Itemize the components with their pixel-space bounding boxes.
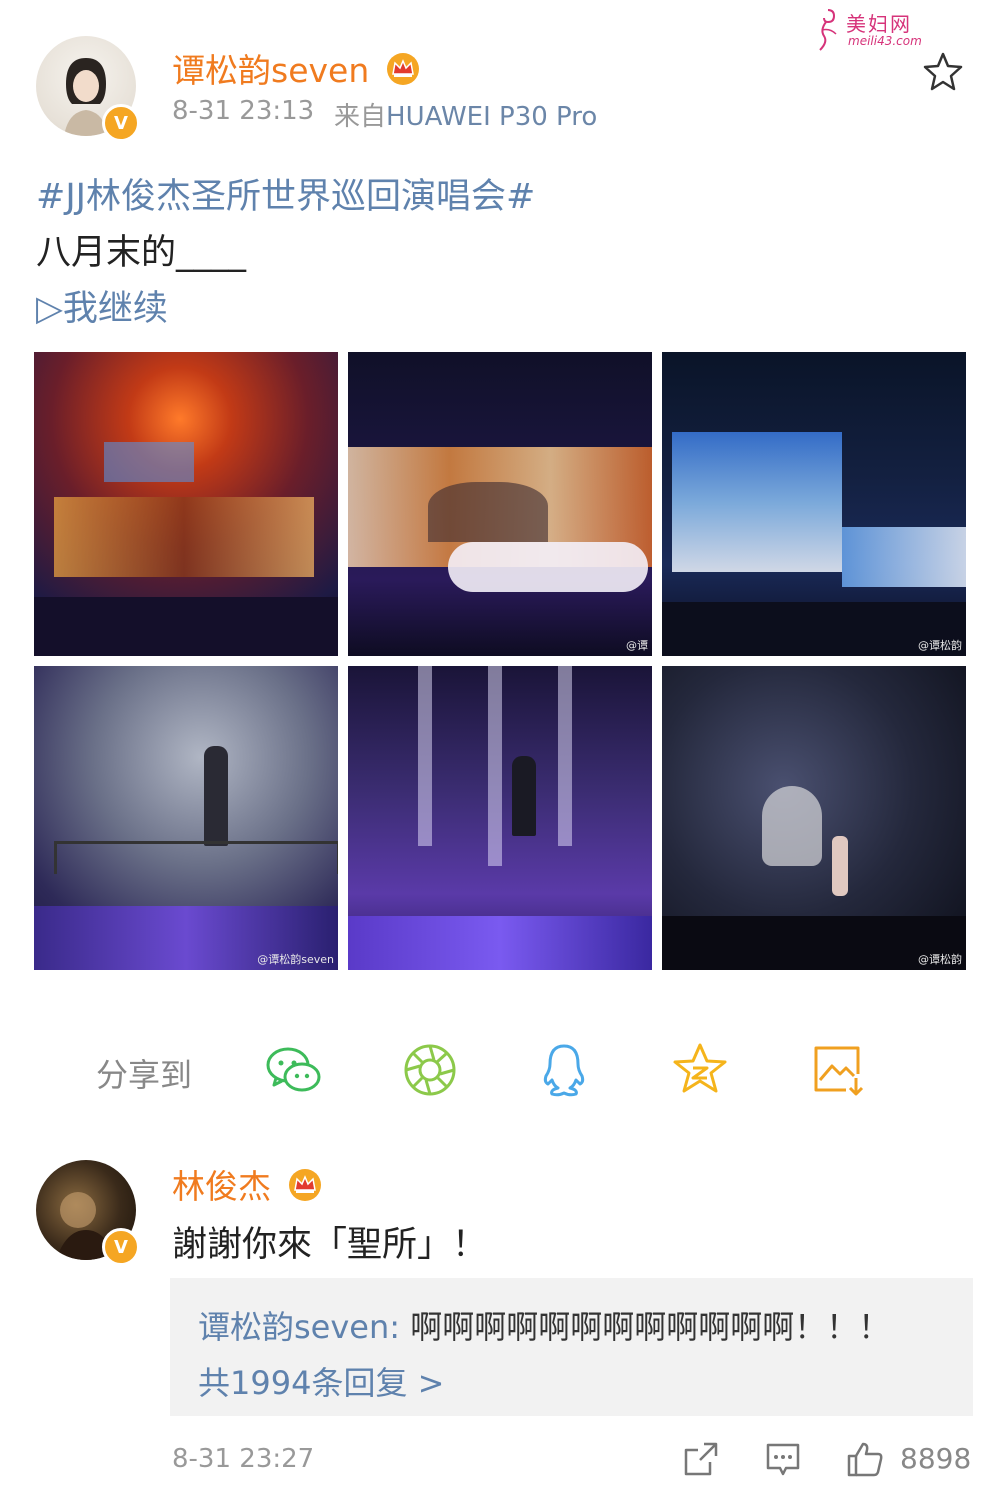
source-prefix: 来自 [334,102,387,132]
post-photo[interactable] [34,352,338,656]
author-name-text[interactable]: 谭松韵seven [172,51,369,90]
watermark-url: meili43.com [848,34,922,48]
post-photo[interactable]: @谭松韵 [662,352,966,656]
post-link-text[interactable]: ▷我继续 [36,280,168,331]
comment-text: 謝謝你來「聖所」！ [172,1225,488,1265]
photo-watermark: @谭松韵 [918,639,962,652]
commenter-verified-badge-icon: V [102,1228,140,1266]
photo-watermark: @谭 [626,639,648,652]
post-text: 八月末的____ [36,233,247,273]
repost-icon[interactable] [682,1440,720,1478]
post-photo[interactable]: @谭 [348,352,652,656]
photo-watermark: @谭松韵 [918,953,962,966]
author-name[interactable]: 谭松韵seven [172,44,420,92]
save-image-icon[interactable] [808,1040,868,1100]
vip-crown-icon [288,1169,321,1201]
post-photo[interactable]: @谭松韵 [662,666,966,970]
qzone-icon[interactable] [670,1040,730,1100]
reply-text: 啊啊啊啊啊啊啊啊啊啊啊啊！！！ [410,1308,891,1346]
verified-badge-icon: V [102,104,140,142]
photo-watermark: @谭松韵seven [257,953,334,966]
qq-icon[interactable] [534,1040,594,1100]
reply-count-link[interactable]: 共1994条回复 > [198,1358,444,1404]
like-count: 8898 [900,1442,972,1475]
comment-time: 8-31 23:27 [172,1444,315,1474]
reply-username[interactable]: 谭松韵seven [198,1308,389,1346]
commenter-name[interactable]: 林俊杰 [172,1160,322,1208]
post-source: 来自HUAWEI P30 Pro [334,96,597,133]
watermark-title: 美妇网 [846,12,912,36]
like-thumb-icon[interactable] [846,1440,884,1478]
comment-icon[interactable] [764,1440,802,1478]
post-hashtag[interactable]: #JJ林俊杰圣所世界巡回演唱会# [36,168,535,219]
reply-preview[interactable]: 谭松韵seven: 啊啊啊啊啊啊啊啊啊啊啊啊！！！ [198,1302,890,1348]
moments-icon[interactable] [400,1040,460,1100]
reply-separator: : [389,1308,411,1346]
commenter-name-text[interactable]: 林俊杰 [172,1167,271,1206]
favorite-star-icon[interactable] [922,50,964,92]
source-device[interactable]: HUAWEI P30 Pro [386,102,597,132]
post-photo[interactable]: @谭松韵seven [34,666,338,970]
watermark-figure-icon [819,9,837,51]
post-time: 8-31 23:13 [172,96,315,126]
post-photo[interactable] [348,666,652,970]
wechat-icon[interactable] [264,1040,324,1100]
site-watermark: 美妇网 meili43.com [808,6,948,52]
share-label: 分享到 [96,1056,193,1094]
vip-crown-icon [386,53,419,85]
